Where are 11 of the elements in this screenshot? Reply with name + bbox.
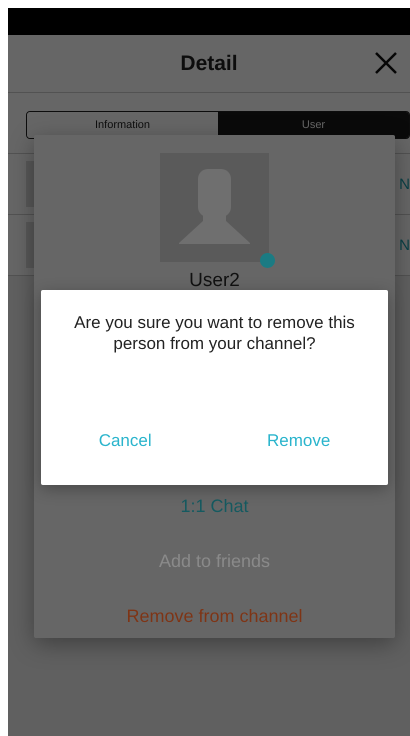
- dialog-button[interactable]: Remove: [256, 431, 340, 451]
- page-title: Detail: [180, 52, 238, 76]
- dialog-button[interactable]: Cancel: [88, 431, 162, 451]
- user-name: User2: [189, 270, 240, 292]
- dialog-message: Are you sure you want to remove this person from your channel?: [73, 312, 356, 354]
- row-status: N: [399, 176, 410, 192]
- avatar-silhouette-icon: [160, 153, 269, 262]
- close-icon[interactable]: [374, 51, 398, 75]
- menu-action[interactable]: Remove from channel: [126, 606, 303, 627]
- menu-action[interactable]: 1:1 Chat: [180, 496, 249, 517]
- row-status: N: [399, 236, 410, 254]
